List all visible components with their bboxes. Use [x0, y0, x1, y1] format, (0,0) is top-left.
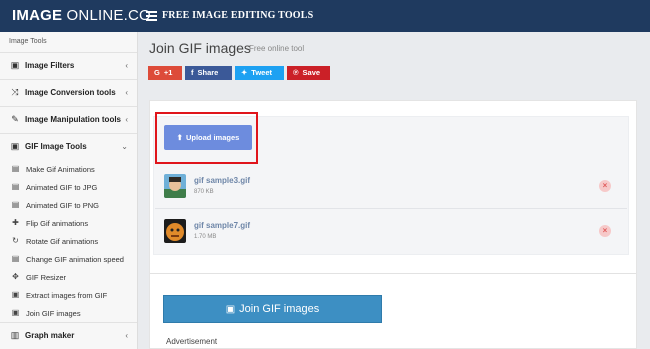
sidebar-item-label: Image Filters	[25, 61, 75, 70]
page-subtitle: Free online tool	[249, 44, 305, 53]
sidebar-subitem-gif-to-png[interactable]: ▤ Animated GIF to PNG	[0, 196, 137, 214]
google-plus-icon: G	[154, 68, 160, 77]
twitter-tweet-button[interactable]: ✦ Tweet	[235, 66, 284, 80]
film-icon: ▤	[11, 164, 20, 173]
site-logo[interactable]: IMAGE ONLINE.CO	[12, 7, 151, 24]
file-list-item: gif sample3.gif 870 KB ×	[155, 165, 627, 209]
sidebar-subitem-label: Rotate Gif animations	[26, 237, 99, 246]
shuffle-icon: ⤨	[11, 87, 19, 97]
upload-images-button[interactable]: ⬆ Upload images	[164, 125, 252, 150]
remove-file-icon[interactable]: ×	[599, 225, 611, 237]
sidebar-subitem-label: Flip Gif animations	[26, 219, 89, 228]
sidebar-subitem-label: Join GIF images	[26, 309, 81, 318]
logo-light-text: ONLINE.CO	[66, 7, 151, 24]
chart-icon: ▥	[10, 330, 20, 340]
twitter-icon: ✦	[241, 68, 248, 77]
sidebar-subitem-label: GIF Resizer	[26, 273, 67, 282]
file-name: gif sample7.gif	[194, 221, 251, 230]
chevron-left-icon: ‹	[125, 331, 128, 340]
sidebar-subitem-label: Animated GIF to JPG	[26, 183, 98, 192]
sidebar-subitem-label: Extract images from GIF	[26, 291, 108, 300]
pinterest-save-button[interactable]: ℗ Save	[287, 66, 330, 80]
rotate-icon: ↻	[12, 236, 19, 245]
advertisement-label: Advertisement	[166, 337, 218, 346]
google-plus-label: +1	[163, 68, 173, 77]
pinterest-save-label: Save	[302, 68, 321, 77]
sidebar-subitem-label: Animated GIF to PNG	[26, 201, 99, 210]
file-size: 870 KB	[194, 189, 214, 195]
google-plus-button[interactable]: G +1	[148, 66, 182, 80]
divider	[150, 273, 636, 274]
plus-icon: ✚	[12, 218, 19, 227]
chevron-left-icon: ‹	[125, 88, 128, 97]
join-gif-label: Join GIF images	[239, 303, 320, 315]
remove-file-icon[interactable]: ×	[599, 180, 611, 192]
sidebar-subitem-rotate-gif[interactable]: ↻ Rotate Gif animations	[0, 232, 137, 250]
sidebar-heading: Image Tools	[9, 38, 47, 45]
chevron-left-icon: ‹	[125, 115, 128, 124]
nav-title[interactable]: FREE IMAGE EDITING TOOLS	[162, 10, 313, 21]
upload-icon: ⬆	[176, 133, 183, 142]
logo-bold-text: IMAGE	[12, 7, 63, 24]
sidebar-subitem-extract-gif[interactable]: ▣ Extract images from GIF	[0, 286, 137, 304]
move-icon: ✥	[12, 272, 19, 281]
film-icon: ▤	[11, 200, 20, 209]
facebook-share-button[interactable]: f Share	[185, 66, 232, 80]
file-list-item: gif sample7.gif 1.70 MB ×	[155, 210, 627, 254]
sidebar-item-label: Graph maker	[25, 331, 75, 340]
sidebar-item-image-conversion[interactable]: ⤨ Image Conversion tools ‹	[0, 79, 137, 105]
sidebar-subitem-flip-gif[interactable]: ✚ Flip Gif animations	[0, 214, 137, 232]
sidebar-subitem-label: Change GIF animation speed	[26, 255, 124, 264]
file-thumbnail	[164, 219, 186, 243]
file-thumbnail	[164, 174, 186, 198]
upload-images-label: Upload images	[185, 133, 240, 142]
image-icon: ▣	[11, 290, 20, 299]
sidebar-subitem-gif-to-jpg[interactable]: ▤ Animated GIF to JPG	[0, 178, 137, 196]
image-icon: ▣	[11, 308, 20, 317]
sidebar-subitem-label: Make Gif Animations	[26, 165, 95, 174]
facebook-share-label: Share	[197, 68, 219, 77]
film-icon: ▤	[11, 254, 20, 263]
twitter-tweet-label: Tweet	[251, 68, 272, 77]
join-gif-button[interactable]: ▣ Join GIF images	[163, 295, 382, 323]
film-icon: ▤	[11, 182, 20, 191]
wrench-icon: ✎	[11, 114, 19, 124]
sidebar-subitem-gif-resizer[interactable]: ✥ GIF Resizer	[0, 268, 137, 286]
sidebar-subitem-join-gif[interactable]: ▣ Join GIF images	[0, 304, 137, 322]
sidebar-item-image-manipulation[interactable]: ✎ Image Manipulation tools ‹	[0, 106, 137, 132]
sidebar-subitem-make-gif[interactable]: ▤ Make Gif Animations	[0, 160, 137, 178]
page-title: Join GIF images	[149, 40, 251, 56]
file-name: gif sample3.gif	[194, 176, 251, 185]
sidebar-item-gif-tools[interactable]: ▣ GIF Image Tools ⌄	[0, 133, 137, 159]
sidebar-item-image-filters[interactable]: ▣ Image Filters ‹	[0, 52, 137, 78]
sidebar-item-label: Image Manipulation tools	[25, 115, 122, 124]
hamburger-menu-icon[interactable]	[146, 11, 157, 21]
sidebar-item-graph-maker[interactable]: ▥ Graph maker ‹	[0, 322, 137, 348]
sidebar-item-label: Image Conversion tools	[25, 88, 116, 97]
image-icon: ▣	[10, 141, 20, 151]
chevron-left-icon: ‹	[125, 61, 128, 70]
image-icon: ▣	[10, 60, 20, 70]
chevron-down-icon: ⌄	[121, 142, 128, 151]
pinterest-icon: ℗	[293, 68, 299, 77]
image-icon: ▣	[225, 304, 236, 315]
file-size: 1.70 MB	[194, 234, 217, 240]
facebook-icon: f	[191, 68, 194, 77]
sidebar-item-label: GIF Image Tools	[25, 142, 87, 151]
top-navbar: IMAGE ONLINE.CO FREE IMAGE EDITING TOOLS	[0, 0, 650, 32]
sidebar-subitem-gif-speed[interactable]: ▤ Change GIF animation speed	[0, 250, 137, 268]
